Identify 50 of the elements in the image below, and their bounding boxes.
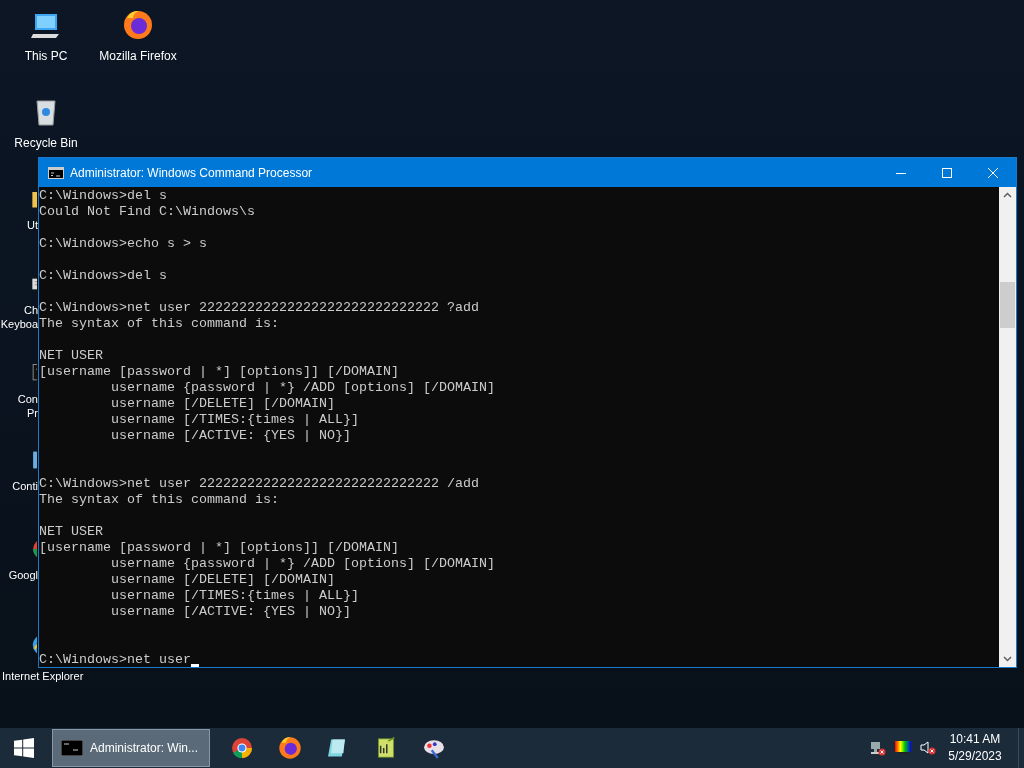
clock-date: 5/29/2023 [948, 748, 1002, 765]
desktop-icon-label[interactable]: Mozilla Firefox [99, 47, 177, 65]
desktop-icon-label[interactable]: Recycle Bin [14, 134, 78, 152]
scrollbar[interactable] [999, 187, 1016, 667]
console-line: username [/DELETE] [/DOMAIN] [109, 572, 335, 588]
clock-time: 10:41 AM [949, 731, 1001, 748]
text-cursor [190, 664, 199, 667]
network-error-icon[interactable] [870, 740, 886, 756]
close-icon [988, 167, 998, 178]
color-display-icon[interactable] [895, 741, 911, 755]
desktop-icon-label[interactable]: Con [17, 392, 38, 406]
speaker-muted-icon[interactable] [920, 740, 936, 756]
console-line: Could Not Find C:\Windows\s [39, 204, 255, 220]
console-line: NET USER [39, 524, 103, 540]
console-line: The syntax of this command is: [39, 492, 279, 508]
desktop-icon-label[interactable]: Ut [27, 218, 38, 232]
console-line: username [/TIMES:{times | ALL}] [109, 412, 359, 428]
console-line: username {password | *} /ADD [options] [/DOMAIN] [109, 556, 495, 572]
console-line: [username [password | *] [options]] [/DOMAIN] [39, 540, 399, 556]
console-line: username [/TIMES:{times | ALL}] [109, 588, 359, 604]
console-line: C:\Windows>del s [39, 268, 167, 284]
desktop-icon-label[interactable]: Googl [8, 568, 38, 582]
maximize-icon [942, 167, 952, 178]
console-line: username [/DELETE] [/DOMAIN] [109, 396, 335, 412]
scroll-thumb[interactable] [1000, 282, 1015, 328]
console-line: username [/ACTIVE: {YES | NO}] [109, 428, 351, 444]
desktop-icon-label[interactable]: Keyboa [0, 317, 38, 331]
taskbar-window-button[interactable]: Administrator: Win... [52, 729, 210, 767]
console-line: [username [password | *] [options]] [/DOMAIN] [39, 364, 399, 380]
clock[interactable]: 10:41 AM 5/29/2023 [942, 731, 1008, 765]
desktop-icon-label[interactable]: Ch [23, 303, 38, 317]
desktop-icon-label[interactable]: Pr [27, 406, 38, 420]
windows-logo-icon [14, 738, 34, 758]
console-line: C:\Windows>echo s > s [39, 236, 207, 252]
scroll-down-icon[interactable] [1003, 656, 1012, 662]
browser-globe-icon[interactable] [121, 8, 155, 42]
scroll-up-icon[interactable] [1003, 192, 1012, 198]
console-line: username {password | *} /ADD [options] [/DOMAIN] [109, 380, 495, 396]
window-title: Administrator: Windows Command Processor [70, 164, 313, 182]
console-line: C:\Windows>del s [39, 188, 167, 204]
browser-globe-icon [277, 735, 303, 761]
desktop-icon-label[interactable]: Internet Explorer [2, 669, 84, 683]
console-line: NET USER [39, 348, 103, 364]
console-line: C:\Windows>net user [39, 652, 191, 667]
console-line: C:\Windows>net user 222222222222222222222222222222 /add [39, 476, 479, 492]
desktop-icon-label[interactable]: Conti [12, 479, 38, 493]
desktop-icon-label[interactable]: This PC [24, 47, 68, 65]
console-line: C:\Windows>net user 222222222222222222222222222222 ?add [39, 300, 479, 316]
console-line: The syntax of this command is: [39, 316, 279, 332]
console-line: username [/ACTIVE: {YES | NO}] [109, 604, 351, 620]
